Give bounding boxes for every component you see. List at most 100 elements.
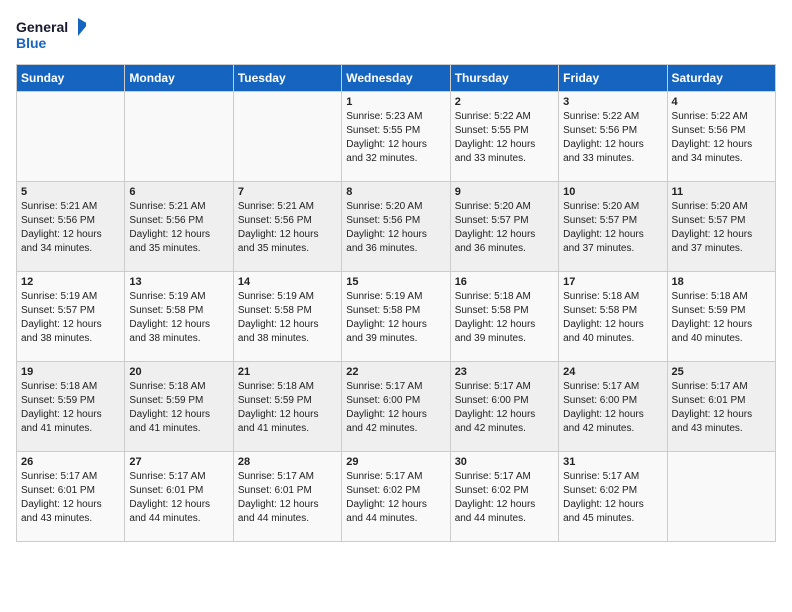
page-header: General Blue [16, 16, 776, 56]
calendar-week-row: 12 Sunrise: 5:19 AMSunset: 5:57 PMDayligh… [17, 272, 776, 362]
day-info: Sunrise: 5:22 AMSunset: 5:56 PMDaylight:… [563, 110, 662, 166]
day-number: 26 [21, 456, 120, 468]
calendar-week-row: 1Sunrise: 5:23 AMSunset: 5:55 PMDaylight… [17, 92, 776, 182]
day-number: 24 [563, 366, 662, 378]
calendar-week-row: 26 Sunrise: 5:17 AMSunset: 6:01 PMDayligh… [17, 452, 776, 542]
day-info: Sunrise: 5:22 AMSunset: 5:55 PMDaylight:… [455, 110, 554, 166]
calendar-cell: 18Sunrise: 5:18 AMSunset: 5:59 PMDayligh… [667, 272, 775, 362]
day-info: Sunrise: 5:17 AMSunset: 6:02 PMDaylight:… [455, 470, 554, 526]
day-info: Sunrise: 5:19 AMSunset: 5:58 PMDaylight:… [346, 290, 445, 346]
logo: General Blue [16, 16, 86, 56]
day-info: Sunrise: 5:17 AMSunset: 6:01 PMDaylight:… [129, 470, 228, 526]
calendar-cell: 20 Sunrise: 5:18 AMSunset: 5:59 PMDayligh… [125, 362, 233, 452]
day-info: Sunrise: 5:19 AMSunset: 5:58 PMDaylight:… [129, 290, 228, 346]
day-info: Sunrise: 5:18 AMSunset: 5:59 PMDaylight:… [238, 380, 337, 436]
day-info: Sunrise: 5:18 AMSunset: 5:59 PMDaylight:… [129, 380, 228, 436]
calendar-cell: 3 Sunrise: 5:22 AMSunset: 5:56 PMDaylight… [559, 92, 667, 182]
calendar-cell: 16Sunrise: 5:18 AMSunset: 5:58 PMDayligh… [450, 272, 558, 362]
day-number: 31 [563, 456, 662, 468]
calendar-cell: 2 Sunrise: 5:22 AMSunset: 5:55 PMDaylight… [450, 92, 558, 182]
calendar-week-row: 19 Sunrise: 5:18 AMSunset: 5:59 PMDayligh… [17, 362, 776, 452]
day-number: 6 [129, 186, 228, 198]
calendar-cell: 10Sunrise: 5:20 AMSunset: 5:57 PMDayligh… [559, 182, 667, 272]
day-info: Sunrise: 5:21 AMSunset: 5:56 PMDaylight:… [129, 200, 228, 256]
day-info: Sunrise: 5:20 AMSunset: 5:57 PMDaylight:… [455, 200, 554, 256]
calendar-cell: 26 Sunrise: 5:17 AMSunset: 6:01 PMDayligh… [17, 452, 125, 542]
day-number: 28 [238, 456, 337, 468]
calendar-cell [667, 452, 775, 542]
calendar-cell: 1Sunrise: 5:23 AMSunset: 5:55 PMDaylight… [342, 92, 450, 182]
day-number: 29 [346, 456, 445, 468]
day-number: 23 [455, 366, 554, 378]
calendar-cell: 13 Sunrise: 5:19 AMSunset: 5:58 PMDayligh… [125, 272, 233, 362]
calendar-cell: 9Sunrise: 5:20 AMSunset: 5:57 PMDaylight… [450, 182, 558, 272]
day-info: Sunrise: 5:20 AMSunset: 5:56 PMDaylight:… [346, 200, 445, 256]
calendar-cell: 31 Sunrise: 5:17 AMSunset: 6:02 PMDayligh… [559, 452, 667, 542]
svg-text:General: General [16, 19, 68, 35]
calendar-cell: 6 Sunrise: 5:21 AMSunset: 5:56 PMDaylight… [125, 182, 233, 272]
calendar-cell: 7Sunrise: 5:21 AMSunset: 5:56 PMDaylight… [233, 182, 341, 272]
day-info: Sunrise: 5:19 AMSunset: 5:58 PMDaylight:… [238, 290, 337, 346]
day-info: Sunrise: 5:17 AMSunset: 6:00 PMDaylight:… [563, 380, 662, 436]
day-number: 12 [21, 276, 120, 288]
calendar-cell: 23 Sunrise: 5:17 AMSunset: 6:00 PMDayligh… [450, 362, 558, 452]
day-number: 11 [672, 186, 771, 198]
day-info: Sunrise: 5:17 AMSunset: 6:01 PMDaylight:… [672, 380, 771, 436]
calendar-cell: 8Sunrise: 5:20 AMSunset: 5:56 PMDaylight… [342, 182, 450, 272]
day-info: Sunrise: 5:18 AMSunset: 5:59 PMDaylight:… [21, 380, 120, 436]
day-info: Sunrise: 5:18 AMSunset: 5:58 PMDaylight:… [563, 290, 662, 346]
day-number: 30 [455, 456, 554, 468]
column-header-monday: Monday [125, 65, 233, 92]
day-number: 18 [672, 276, 771, 288]
calendar-cell: 11 Sunrise: 5:20 AMSunset: 5:57 PMDayligh… [667, 182, 775, 272]
day-number: 20 [129, 366, 228, 378]
day-info: Sunrise: 5:20 AMSunset: 5:57 PMDaylight:… [672, 200, 771, 256]
day-number: 3 [563, 96, 662, 108]
calendar-cell: 5Sunrise: 5:21 AMSunset: 5:56 PMDaylight… [17, 182, 125, 272]
calendar-cell [125, 92, 233, 182]
calendar-cell: 28 Sunrise: 5:17 AMSunset: 6:01 PMDayligh… [233, 452, 341, 542]
day-number: 22 [346, 366, 445, 378]
day-number: 10 [563, 186, 662, 198]
calendar-cell: 15 Sunrise: 5:19 AMSunset: 5:58 PMDayligh… [342, 272, 450, 362]
calendar-cell: 19 Sunrise: 5:18 AMSunset: 5:59 PMDayligh… [17, 362, 125, 452]
calendar-cell: 30 Sunrise: 5:17 AMSunset: 6:02 PMDayligh… [450, 452, 558, 542]
calendar-cell: 22Sunrise: 5:17 AMSunset: 6:00 PMDayligh… [342, 362, 450, 452]
day-number: 19 [21, 366, 120, 378]
logo-svg: General Blue [16, 16, 86, 56]
calendar-week-row: 5 Sunrise: 5:21 AMSunset: 5:56 PMDaylight… [17, 182, 776, 272]
day-number: 27 [129, 456, 228, 468]
day-info: Sunrise: 5:17 AMSunset: 6:02 PMDaylight:… [563, 470, 662, 526]
day-info: Sunrise: 5:17 AMSunset: 6:02 PMDaylight:… [346, 470, 445, 526]
column-header-sunday: Sunday [17, 65, 125, 92]
calendar-cell: 4Sunrise: 5:22 AMSunset: 5:56 PMDaylight… [667, 92, 775, 182]
day-info: Sunrise: 5:17 AMSunset: 6:01 PMDaylight:… [21, 470, 120, 526]
column-header-wednesday: Wednesday [342, 65, 450, 92]
calendar-table: SundayMondayTuesdayWednesdayThursdayFrid… [16, 64, 776, 542]
day-info: Sunrise: 5:22 AMSunset: 5:56 PMDaylight:… [672, 110, 771, 166]
svg-text:Blue: Blue [16, 35, 47, 51]
calendar-cell: 21Sunrise: 5:18 AMSunset: 5:59 PMDayligh… [233, 362, 341, 452]
calendar-cell: 29 Sunrise: 5:17 AMSunset: 6:02 PMDayligh… [342, 452, 450, 542]
day-number: 2 [455, 96, 554, 108]
day-number: 5 [21, 186, 120, 198]
day-number: 7 [238, 186, 337, 198]
calendar-cell [233, 92, 341, 182]
day-info: Sunrise: 5:19 AMSunset: 5:57 PMDaylight:… [21, 290, 120, 346]
column-header-saturday: Saturday [667, 65, 775, 92]
day-number: 13 [129, 276, 228, 288]
calendar-cell: 27 Sunrise: 5:17 AMSunset: 6:01 PMDayligh… [125, 452, 233, 542]
calendar-cell: 24 Sunrise: 5:17 AMSunset: 6:00 PMDayligh… [559, 362, 667, 452]
day-number: 15 [346, 276, 445, 288]
day-info: Sunrise: 5:17 AMSunset: 6:01 PMDaylight:… [238, 470, 337, 526]
calendar-cell: 14Sunrise: 5:19 AMSunset: 5:58 PMDayligh… [233, 272, 341, 362]
day-number: 17 [563, 276, 662, 288]
calendar-cell: 25 Sunrise: 5:17 AMSunset: 6:01 PMDayligh… [667, 362, 775, 452]
day-number: 25 [672, 366, 771, 378]
day-info: Sunrise: 5:18 AMSunset: 5:58 PMDaylight:… [455, 290, 554, 346]
day-info: Sunrise: 5:17 AMSunset: 6:00 PMDaylight:… [455, 380, 554, 436]
calendar-cell [17, 92, 125, 182]
calendar-header-row: SundayMondayTuesdayWednesdayThursdayFrid… [17, 65, 776, 92]
column-header-thursday: Thursday [450, 65, 558, 92]
day-number: 1 [346, 96, 445, 108]
